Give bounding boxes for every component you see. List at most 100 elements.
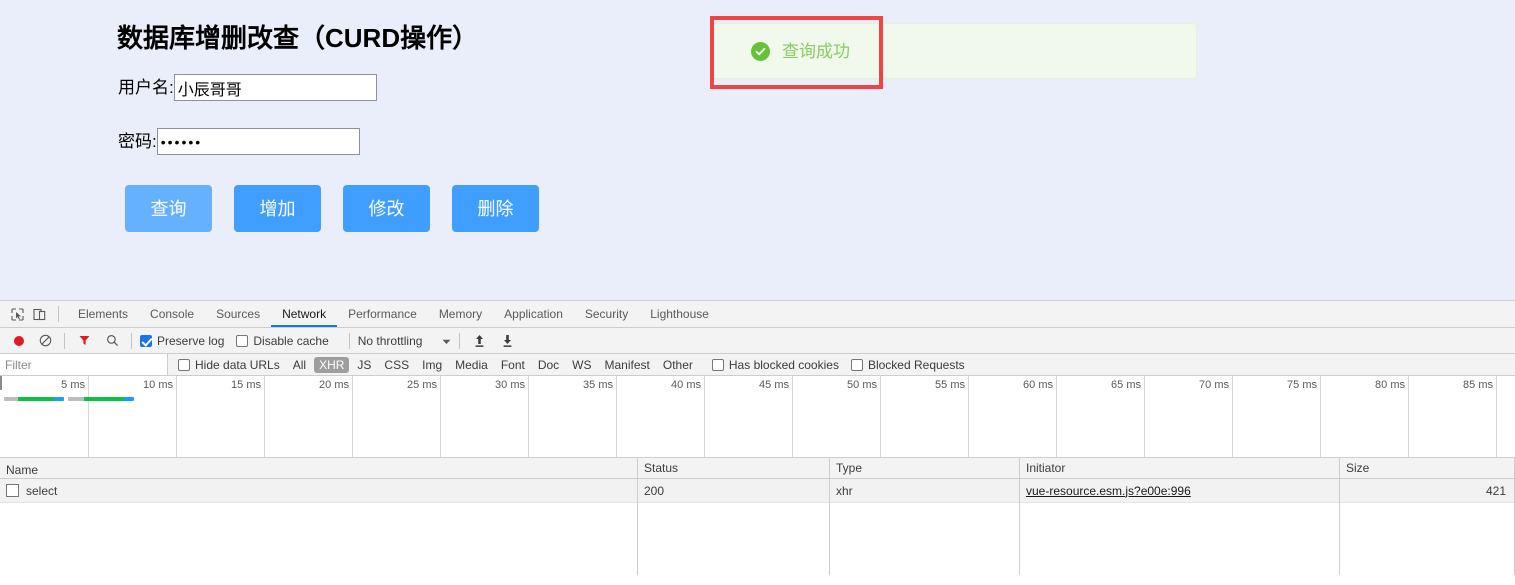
preserve-log-group[interactable]: Preserve log [140,334,224,348]
blocked-requests-checkbox[interactable] [850,358,863,371]
throttling-value: No throttling [357,333,423,348]
timeline-tick-35ms: 35 ms [583,376,617,457]
device-toolbar-icon[interactable] [28,303,50,325]
query-button[interactable]: 查询 [125,185,212,232]
delete-button[interactable]: 删除 [452,185,539,232]
username-input[interactable] [173,74,377,101]
type-filter-media[interactable]: Media [450,357,493,373]
column-header-name[interactable]: Name [0,458,638,478]
column-header-initiator[interactable]: Initiator [1020,458,1340,478]
blocked-requests-label[interactable]: Blocked Requests [868,358,965,372]
request-checkbox-icon[interactable] [6,484,19,497]
disable-cache-group[interactable]: Disable cache [236,334,329,348]
timeline-tick-45ms: 45 ms [759,376,793,457]
disable-cache-label[interactable]: Disable cache [253,334,328,348]
import-har-icon[interactable] [468,330,490,352]
filter-input[interactable] [0,354,168,375]
type-filter-js[interactable]: JS [352,357,376,373]
clear-icon[interactable] [34,330,56,352]
column-header-type[interactable]: Type [830,458,1020,478]
timeline-tick-5ms: 5 ms [61,376,89,457]
password-input[interactable] [156,128,360,155]
password-label: 密码: [118,132,157,151]
devtools-panel: Elements Console Sources Network Perform… [0,300,1515,585]
has-blocked-cookies-group[interactable]: Has blocked cookies [711,358,839,372]
type-filter-img[interactable]: Img [417,357,447,373]
empty-col-type [830,503,1020,575]
network-filterbar: Hide data URLs All XHR JS CSS Img Media … [0,354,1515,376]
timeline-start-marker [0,376,2,390]
initiator-link[interactable]: vue-resource.esm.js?e00e:996 [1026,484,1191,498]
request-status-cell: 200 [638,478,830,503]
timeline-tick-label: 30 ms [495,379,525,391]
timeline-tick-55ms: 55 ms [935,376,969,457]
throttling-dropdown[interactable]: No throttling [358,334,452,348]
tab-lighthouse[interactable]: Lighthouse [639,301,720,327]
export-har-icon[interactable] [496,330,518,352]
type-filter-all[interactable]: All [288,357,311,373]
timeline-request-bar [68,397,134,401]
add-button[interactable]: 增加 [234,185,321,232]
tab-sources[interactable]: Sources [205,301,271,327]
timeline-tick-label: 15 ms [231,379,261,391]
preserve-log-checkbox[interactable] [140,334,152,347]
timeline-tick-label: 80 ms [1375,379,1405,391]
type-filter-doc[interactable]: Doc [533,357,564,373]
type-filter-css[interactable]: CSS [379,357,414,373]
has-blocked-cookies-label[interactable]: Has blocked cookies [729,358,839,372]
hide-data-urls-label[interactable]: Hide data URLs [195,358,280,372]
preserve-log-label[interactable]: Preserve log [157,334,224,348]
filter-funnel-icon[interactable] [73,330,95,352]
timeline-tick-25ms: 25 ms [407,376,441,457]
timeline-tick-20ms: 20 ms [319,376,353,457]
timeline-request-bar [4,397,64,401]
type-filter-manifest[interactable]: Manifest [600,357,655,373]
timeline-tick-label: 70 ms [1199,379,1229,391]
type-filter-font[interactable]: Font [496,357,530,373]
disable-cache-checkbox[interactable] [236,334,249,347]
request-name-label: select [26,483,58,498]
timeline-tick-30ms: 30 ms [495,376,529,457]
tab-console[interactable]: Console [139,301,205,327]
request-name-cell[interactable]: select [0,478,638,503]
timeline-tick-15ms: 15 ms [231,376,265,457]
timeline-tick-label: 25 ms [407,379,437,391]
timeline-tick-label: 20 ms [319,379,349,391]
record-icon[interactable] [8,330,30,352]
tab-memory[interactable]: Memory [428,301,493,327]
tab-elements[interactable]: Elements [67,301,139,327]
has-blocked-cookies-checkbox[interactable] [711,358,724,371]
username-label: 用户名: [118,78,174,97]
hide-data-urls-checkbox[interactable] [178,358,190,371]
type-filter-other[interactable]: Other [658,357,698,373]
tab-network[interactable]: Network [271,301,337,327]
tab-security[interactable]: Security [574,301,639,327]
toolbar-divider-3 [348,332,350,349]
column-header-status[interactable]: Status [638,458,830,478]
timeline-tick-60ms: 60 ms [1023,376,1057,457]
tab-application[interactable]: Application [493,301,574,327]
update-button[interactable]: 修改 [343,185,430,232]
table-row[interactable]: select 200 xhr vue-resource.esm.js?e00e:… [0,478,1515,503]
hide-data-urls-group[interactable]: Hide data URLs [178,358,280,372]
type-filter-ws[interactable]: WS [567,357,596,373]
search-icon[interactable] [101,330,123,352]
request-initiator-cell[interactable]: vue-resource.esm.js?e00e:996 [1020,478,1340,503]
timeline-tick-75ms: 75 ms [1287,376,1321,457]
timeline-tick-label: 50 ms [847,379,877,391]
resource-type-filters: All XHR JS CSS Img Media Font Doc WS Man… [288,356,698,373]
tab-performance[interactable]: Performance [337,301,428,327]
toolbar-divider-1 [64,332,65,349]
tabbar-divider [58,306,59,322]
type-filter-xhr[interactable]: XHR [314,356,350,373]
action-button-row: 查询 增加 修改 删除 [125,185,539,232]
request-size-cell: 421 [1340,478,1515,503]
inspect-element-icon[interactable] [6,303,28,325]
network-timeline-overview[interactable]: 5 ms 10 ms 15 ms 20 ms 25 ms 30 ms 35 ms… [0,376,1515,458]
timeline-tick-85ms: 85 ms [1463,376,1497,457]
column-header-size[interactable]: Size [1340,458,1515,478]
empty-col-size [1340,503,1515,575]
timeline-tick-label: 40 ms [671,379,701,391]
timeline-tick-80ms: 80 ms [1375,376,1409,457]
blocked-requests-group[interactable]: Blocked Requests [850,358,965,372]
